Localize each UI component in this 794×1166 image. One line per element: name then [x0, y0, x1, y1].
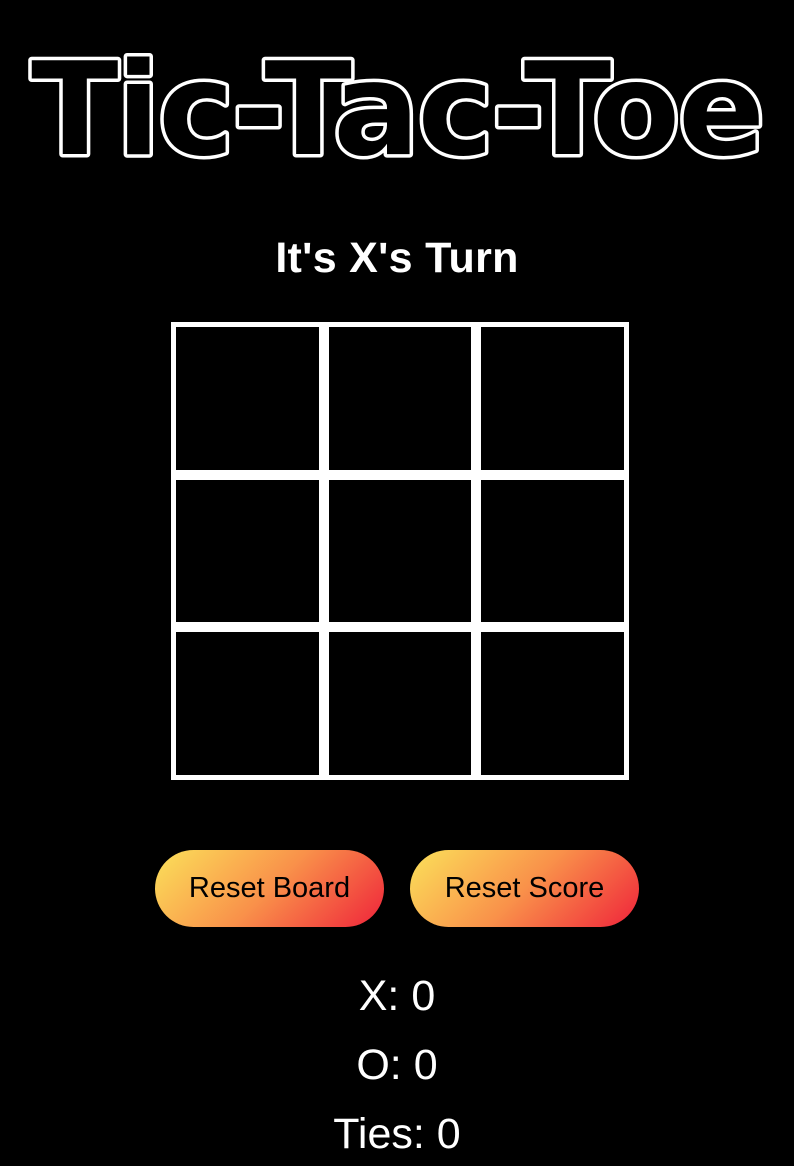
- board-cell-2[interactable]: [328, 327, 472, 470]
- board-cell-8[interactable]: [328, 632, 472, 775]
- game-title-text: Tic-Tac-Toe: [31, 36, 763, 170]
- score-o: O: 0: [356, 1041, 438, 1089]
- controls: Reset Board Reset Score: [0, 850, 794, 927]
- board-cell-9[interactable]: [481, 632, 624, 775]
- reset-board-button[interactable]: Reset Board: [155, 850, 384, 927]
- board-cell-4[interactable]: [176, 479, 319, 623]
- score-ties: Ties: 0: [333, 1110, 461, 1158]
- game-title-logo: Tic-Tac-Toe: [0, 30, 794, 171]
- board-cell-6[interactable]: [481, 479, 624, 623]
- game-board: [171, 322, 629, 780]
- board-cell-3[interactable]: [481, 327, 624, 470]
- board-cell-7[interactable]: [176, 632, 319, 775]
- score-x: X: 0: [358, 972, 436, 1020]
- board-cell-5[interactable]: [328, 479, 472, 623]
- turn-indicator: It's X's Turn: [275, 234, 519, 282]
- board-cell-1[interactable]: [176, 327, 319, 470]
- reset-score-button[interactable]: Reset Score: [410, 850, 639, 927]
